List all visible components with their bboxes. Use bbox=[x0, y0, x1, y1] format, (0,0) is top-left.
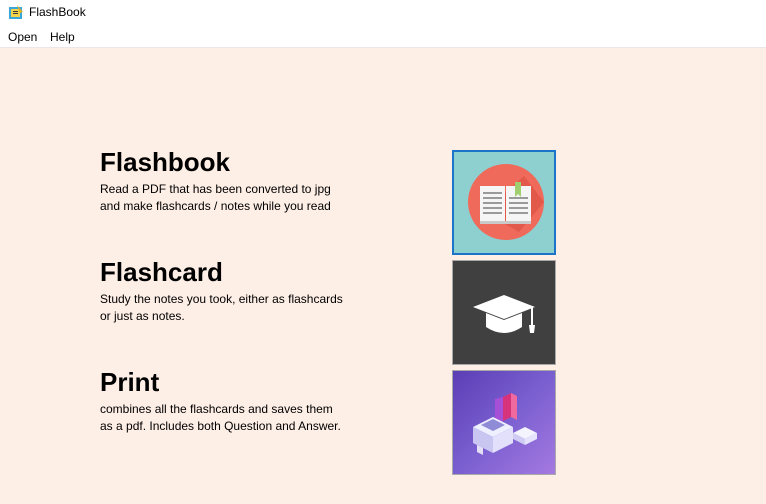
print-title: Print bbox=[100, 367, 160, 397]
print-desc-line2: as a pdf. Includes both Question and Ans… bbox=[100, 419, 341, 433]
flashbook-app-icon bbox=[9, 5, 23, 19]
flashbook-description: Read a PDF that has been converted to jp… bbox=[100, 181, 400, 215]
flashbook-button[interactable] bbox=[452, 150, 556, 255]
menu-help[interactable]: Help bbox=[50, 30, 75, 44]
print-desc-line1: combines all the flashcards and saves th… bbox=[100, 402, 333, 416]
flashcard-title: Flashcard bbox=[100, 257, 223, 287]
flashbook-desc-line2: and make flashcards / notes while you re… bbox=[100, 199, 331, 213]
title-bar: FlashBook bbox=[0, 0, 766, 26]
graduation-cap-icon bbox=[473, 295, 535, 333]
menu-bar: Open Help bbox=[0, 26, 766, 48]
flashcard-desc-line1: Study the notes you took, either as flas… bbox=[100, 292, 343, 306]
print-button[interactable] bbox=[452, 370, 556, 475]
flashcard-button[interactable] bbox=[452, 260, 556, 365]
menu-open[interactable]: Open bbox=[8, 30, 37, 44]
open-book-icon bbox=[468, 164, 544, 240]
print-description: combines all the flashcards and saves th… bbox=[100, 401, 400, 435]
printer-icon bbox=[473, 393, 537, 455]
flashcard-description: Study the notes you took, either as flas… bbox=[100, 291, 400, 325]
flashbook-desc-line1: Read a PDF that has been converted to jp… bbox=[100, 182, 331, 196]
flashcard-desc-line2: or just as notes. bbox=[100, 309, 185, 323]
flashbook-title: Flashbook bbox=[100, 147, 231, 177]
window-title: FlashBook bbox=[29, 5, 86, 19]
